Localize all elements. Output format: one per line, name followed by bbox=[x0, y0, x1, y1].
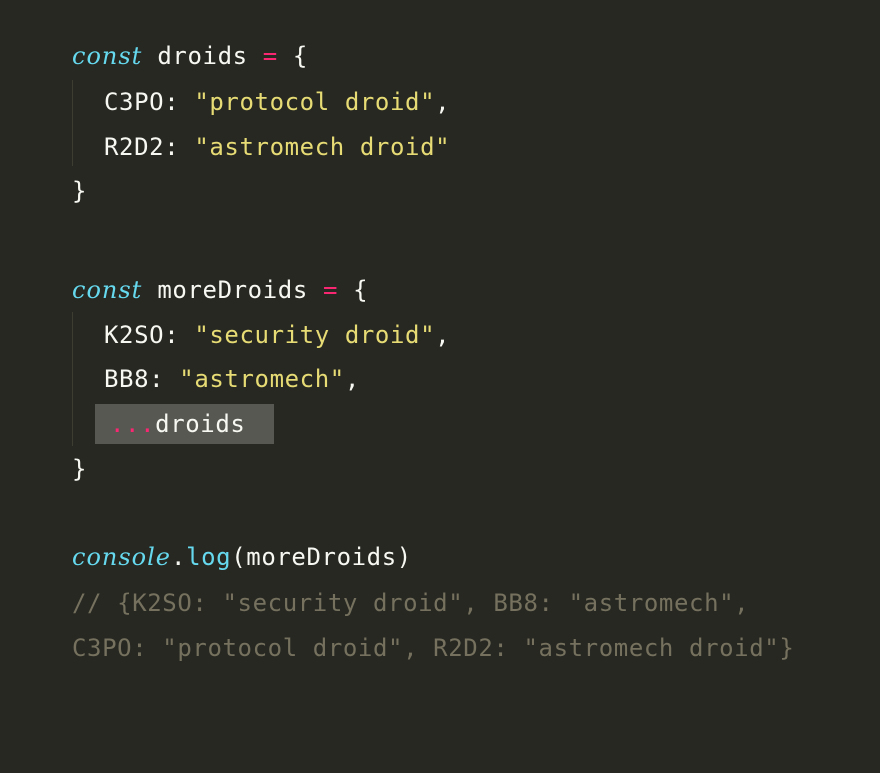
code-line-4[interactable]: } bbox=[72, 175, 87, 207]
string-value: "astromech droid" bbox=[194, 133, 451, 161]
comma: , bbox=[435, 321, 451, 349]
comma: , bbox=[435, 88, 451, 116]
indent-guide bbox=[72, 80, 73, 166]
comment-line-2: C3PO: "protocol droid", R2D2: "astromech… bbox=[72, 634, 795, 662]
colon: : bbox=[149, 365, 165, 393]
close-brace: } bbox=[72, 455, 88, 483]
string-value: "astromech" bbox=[179, 365, 345, 393]
code-line-10[interactable]: } bbox=[72, 453, 87, 485]
comment-line-1: // {K2SO: "security droid", BB8: "astrom… bbox=[72, 589, 750, 617]
code-line-7[interactable]: K2SO: "security droid", bbox=[104, 319, 450, 351]
variable-name: moreDroids bbox=[157, 276, 308, 304]
console-object: console bbox=[72, 543, 171, 571]
colon: : bbox=[164, 88, 180, 116]
close-brace: } bbox=[72, 177, 88, 205]
open-paren: ( bbox=[231, 543, 247, 571]
operator: = bbox=[322, 276, 338, 304]
log-argument: moreDroids bbox=[246, 543, 397, 571]
colon: : bbox=[164, 133, 180, 161]
code-line-2[interactable]: C3PO: "protocol droid", bbox=[104, 86, 450, 118]
code-line-9[interactable]: ...droids bbox=[110, 408, 245, 440]
property-key: BB8 bbox=[104, 365, 150, 393]
keyword-const: const bbox=[72, 42, 143, 70]
dot: . bbox=[171, 543, 187, 571]
close-paren: ) bbox=[396, 543, 412, 571]
property-key: C3PO bbox=[104, 88, 165, 116]
code-line-8[interactable]: BB8: "astromech", bbox=[104, 363, 360, 395]
property-key: K2SO bbox=[104, 321, 165, 349]
code-line-6[interactable]: const moreDroids = { bbox=[72, 274, 368, 306]
indent-guide bbox=[72, 312, 73, 446]
spread-operator: ... bbox=[110, 410, 156, 438]
open-brace: { bbox=[353, 276, 369, 304]
code-line-1[interactable]: const droids = { bbox=[72, 40, 308, 72]
spread-target: droids bbox=[155, 410, 246, 438]
keyword-const: const bbox=[72, 276, 143, 304]
colon: : bbox=[164, 321, 180, 349]
log-method: log bbox=[186, 543, 232, 571]
code-line-3[interactable]: R2D2: "astromech droid" bbox=[104, 131, 450, 163]
code-editor[interactable]: const droids = { C3PO: "protocol droid",… bbox=[0, 0, 880, 773]
open-brace: { bbox=[292, 42, 308, 70]
comma: , bbox=[344, 365, 360, 393]
variable-name: droids bbox=[157, 42, 248, 70]
operator: = bbox=[262, 42, 278, 70]
property-key: R2D2 bbox=[104, 133, 165, 161]
code-line-12[interactable]: console.log(moreDroids) bbox=[72, 541, 412, 573]
string-value: "protocol droid" bbox=[194, 88, 436, 116]
string-value: "security droid" bbox=[194, 321, 436, 349]
